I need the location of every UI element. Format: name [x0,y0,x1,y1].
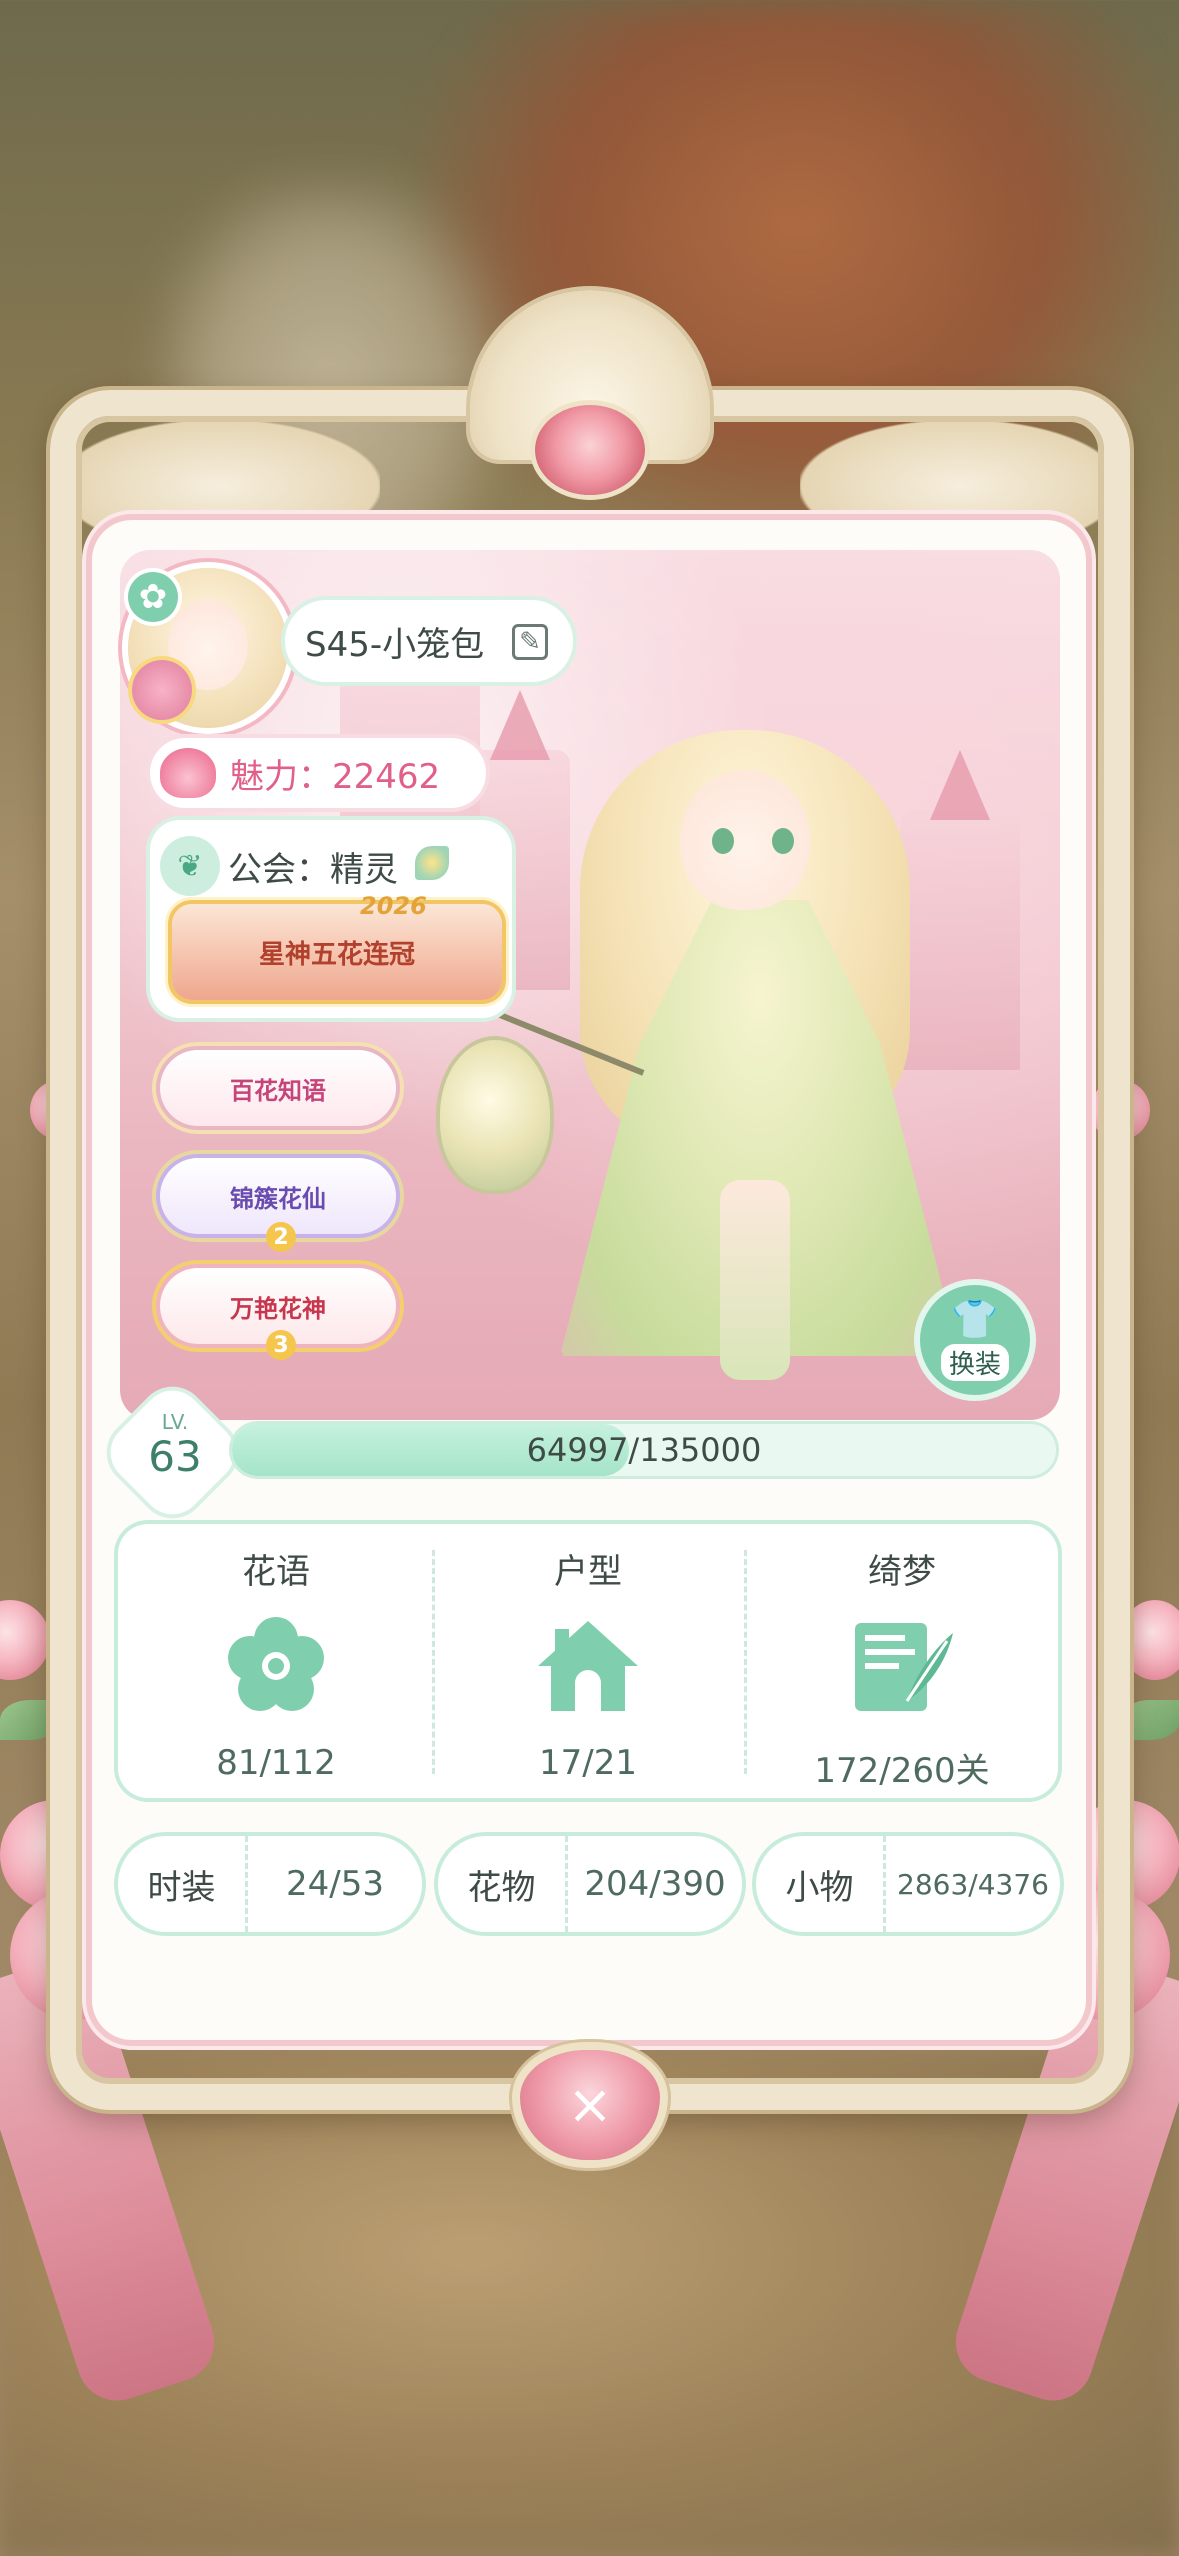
edit-icon[interactable]: ✎ [512,624,548,660]
stat-value: 81/112 [216,1743,336,1783]
level-value: 63 [148,1432,202,1481]
badge-number: 2 [266,1222,296,1252]
stats-divider [432,1550,435,1774]
stat-value: 172/260关 [814,1751,990,1791]
badge-baihua[interactable]: 百花知语 [160,1050,396,1126]
heart-badge-icon [132,660,192,720]
character-eye-right [772,828,794,854]
house-icon [533,1611,643,1721]
collection-value: 204/390 [584,1864,726,1904]
title-year: 2026 [360,892,427,920]
stat-title: 绮梦 [868,1552,936,1592]
stat-value: 17/21 [539,1743,637,1783]
player-name: S45-小笼包 [305,624,485,665]
lotus-icon [160,748,216,798]
stat-title: 花语 [242,1552,310,1592]
crest-rose-icon [535,405,645,495]
lantern-icon [440,1040,550,1190]
guild-label: 公会：精灵 [228,850,398,890]
character-legs [720,1180,790,1380]
rose-left-3 [0,1600,50,1680]
letter-quill-icon [847,1611,957,1721]
badge-label: 锦簇花仙 [230,1184,326,1213]
title-banner[interactable]: 星神五花连冠 [172,904,502,1000]
gear-icon[interactable]: ✿ [128,572,178,622]
fairy-icon [415,846,449,880]
level-label: LV. [161,1410,189,1434]
charm-value: 魅力：22462 [230,756,441,797]
collection-value: 2863/4376 [897,1867,1049,1901]
collection-value: 24/53 [286,1864,384,1904]
change-outfit-label: 换装 [940,1343,1009,1381]
shirt-icon: 👕 [951,1296,999,1341]
change-outfit-button[interactable]: 👕 换装 [920,1285,1030,1395]
stat-huayu[interactable]: 花语 81/112 [126,1534,426,1794]
collection-label: 花物 [438,1836,568,1932]
guild-icon: ❦ [160,836,220,896]
badge-number: 3 [266,1330,296,1360]
flower-icon [221,1611,331,1721]
badge-label: 万艳花神 [230,1294,326,1323]
stat-qimeng[interactable]: 绮梦 172/260关 [752,1534,1052,1794]
collection-label: 时装 [118,1836,248,1932]
collection-shizhuang[interactable]: 时装 24/53 [118,1836,422,1932]
close-icon: × [567,2073,613,2136]
title-banner-text: 星神五花连冠 [258,939,415,970]
stats-divider [744,1550,747,1774]
character-eye-left [712,828,734,854]
stat-title: 户型 [554,1552,622,1592]
xp-text: 64997/135000 [526,1431,762,1469]
collection-label: 小物 [756,1836,886,1932]
collection-huawu[interactable]: 花物 204/390 [438,1836,742,1932]
badge-label: 百花知语 [230,1076,326,1105]
collection-xiaowu[interactable]: 小物 2863/4376 [756,1836,1060,1932]
stat-huxing[interactable]: 户型 17/21 [438,1534,738,1794]
